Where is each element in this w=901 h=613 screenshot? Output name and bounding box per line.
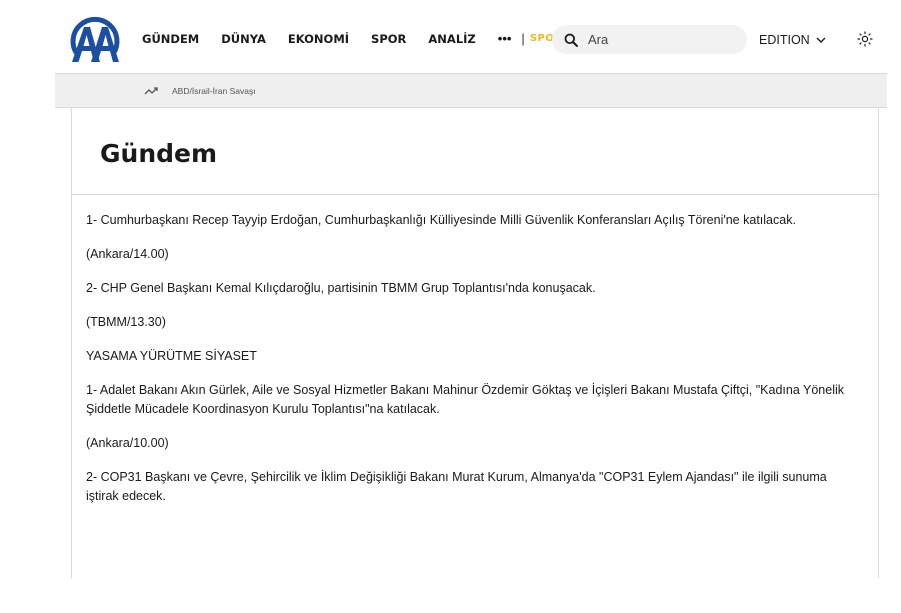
nav-analiz[interactable]: ANALİZ [428, 31, 475, 47]
sun-icon[interactable] [857, 31, 873, 47]
paragraph: 1- Adalet Bakanı Akın Gürlek, Aile ve So… [86, 383, 845, 416]
search-box[interactable] [552, 25, 747, 54]
title-area: Gündem [72, 108, 878, 195]
section-heading: YASAMA YÜRÜTME SİYASET [86, 349, 257, 363]
main-nav: GÜNDEM DÜNYA EKONOMİ SPOR ANALİZ ••• | S… [142, 31, 567, 47]
site-header: GÜNDEM DÜNYA EKONOMİ SPOR ANALİZ ••• | S… [55, 0, 887, 74]
nav-ekonomi[interactable]: EKONOMİ [288, 31, 349, 47]
search-icon [564, 33, 578, 47]
paragraph: 2- COP31 Başkanı ve Çevre, Şehircilik ve… [86, 470, 827, 503]
edition-dropdown[interactable]: EDITION [759, 32, 826, 48]
trending-topic-bar: ABD/İsrail-İran Savaşı [55, 74, 887, 108]
paragraph: 2- CHP Genel Başkanı Kemal Kılıçdaroğlu,… [86, 281, 596, 295]
paragraph: (Ankara/10.00) [86, 436, 169, 450]
article-body: 1- Cumhurbaşkanı Recep Tayyip Erdoğan, C… [72, 195, 878, 506]
trending-topic-link[interactable]: ABD/İsrail-İran Savaşı [172, 85, 256, 97]
search-input[interactable] [586, 31, 740, 48]
main-content: Gündem 1- Cumhurbaşkanı Recep Tayyip Erd… [71, 108, 879, 578]
nav-separator: | [521, 31, 525, 46]
page-title: Gündem [100, 139, 218, 168]
aa-logo[interactable] [69, 14, 121, 64]
trending-up-icon [144, 87, 158, 95]
nav-spor[interactable]: SPOR [371, 31, 406, 47]
chevron-down-icon [816, 37, 826, 43]
edition-label: EDITION [759, 33, 810, 47]
paragraph: 1- Cumhurbaşkanı Recep Tayyip Erdoğan, C… [86, 213, 796, 227]
paragraph: (TBMM/13.30) [86, 315, 166, 329]
more-menu-button[interactable]: ••• [498, 31, 512, 47]
nav-dunya[interactable]: DÜNYA [221, 31, 266, 47]
nav-gundem[interactable]: GÜNDEM [142, 31, 199, 47]
paragraph: (Ankara/14.00) [86, 247, 169, 261]
